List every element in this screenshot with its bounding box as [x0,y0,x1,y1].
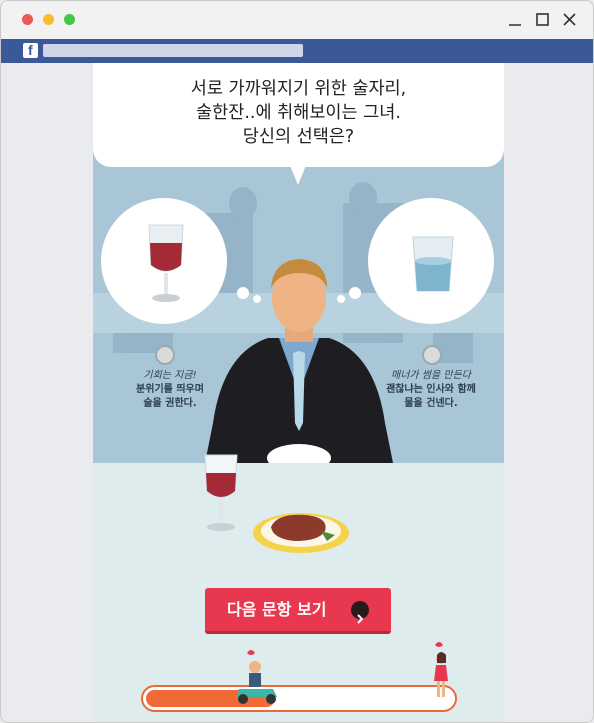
close-icon[interactable] [560,10,580,30]
quiz-app: 서로 가까워지기 위한 술자리, 술한잔..에 취해보이는 그녀. 당신의 선택… [93,63,504,722]
maximize-icon[interactable] [533,10,553,30]
minimize-icon[interactable] [506,10,526,30]
chevron-right-icon [351,601,369,624]
choice-left-line-2: 분위기를 띄우며 [136,384,204,395]
choice-left-label[interactable]: 기회는 지금! 분위기를 띄우며 술을 권한다. [115,369,225,411]
facebook-bar: f [1,39,593,63]
question-line-1: 서로 가까워지기 위한 술자리, [190,79,407,99]
question-line-2: 술한잔..에 취해보이는 그녀. [196,103,401,123]
progress-bar [141,685,457,712]
choice-right-line-3: 물을 건넨다. [404,398,458,409]
facebook-logo-icon[interactable]: f [23,42,38,58]
next-question-button[interactable]: 다음 문항 보기 [205,588,391,634]
bubble-tail [289,163,307,185]
next-question-label: 다음 문항 보기 [227,600,327,619]
table-wine-glass-icon [204,454,238,531]
choice-left-radio[interactable] [155,345,175,365]
choice-left-line-1: 기회는 지금! [143,370,197,381]
browser-window: f 서로 가까워지기 위한 술자리, 술한잔..에 취해보이는 그녀. 당신의 … [0,0,594,723]
choice-right-label[interactable]: 매너가 썸을 만든다 괜찮냐는 인사와 함께 물을 건넨다. [376,369,486,411]
scooter-rider-icon [237,650,277,704]
woman-goal-icon [434,642,448,697]
close-traffic-light[interactable] [22,14,33,25]
table-setting [204,454,349,553]
water-thought-bubble[interactable] [325,197,504,337]
choice-right-line-1: 매너가 썸을 만든다 [391,370,471,381]
choice-right-line-2: 괜찮냐는 인사와 함께 [386,384,476,395]
facebook-search-input[interactable] [43,44,303,57]
choice-left-line-3: 술을 권한다. [143,398,197,409]
facebook-logo-letter: f [28,42,33,58]
water-glass-icon [412,236,454,292]
minimize-traffic-light[interactable] [43,14,54,25]
zoom-traffic-light[interactable] [64,14,75,25]
question-line-3: 당신의 선택은? [242,127,355,147]
steak-plate-icon [253,513,349,553]
wine-thought-bubble[interactable] [99,197,299,337]
question-text: 서로 가까워지기 위한 술자리, 술한잔..에 취해보이는 그녀. 당신의 선택… [93,77,504,149]
title-bar [1,1,593,39]
choice-right-radio[interactable] [422,345,442,365]
